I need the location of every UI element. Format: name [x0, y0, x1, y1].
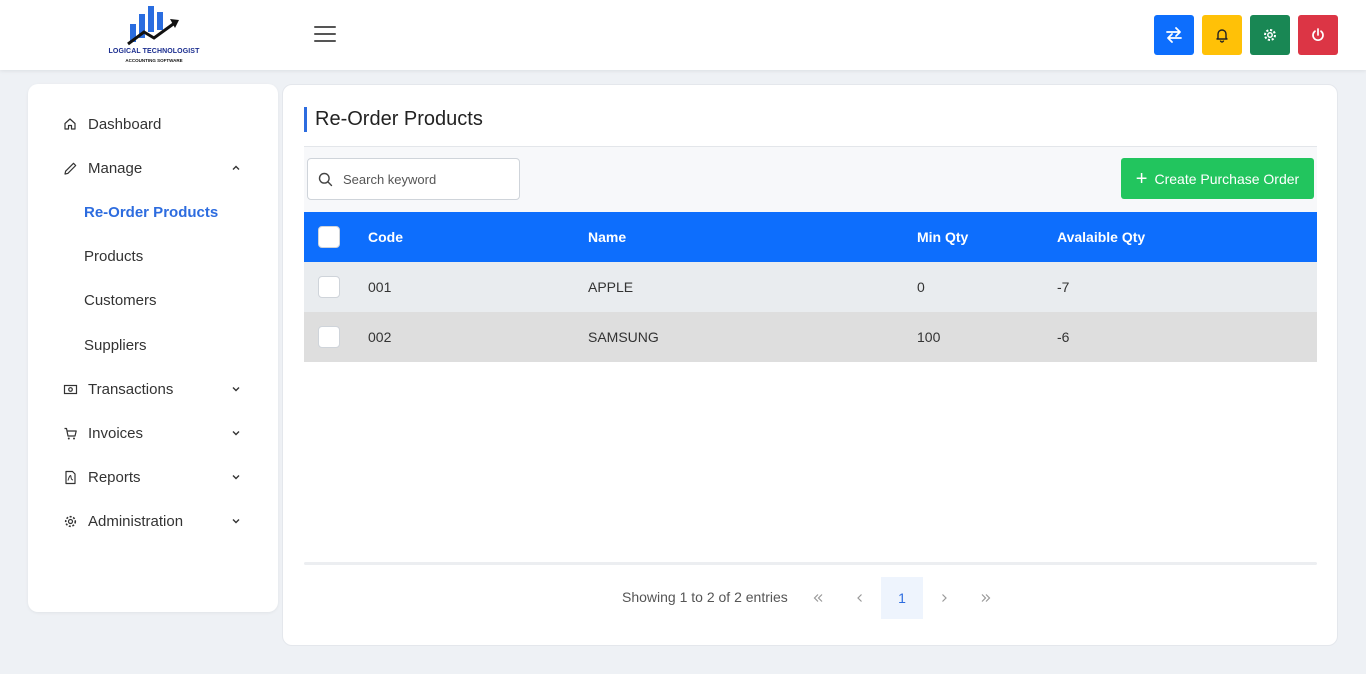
swap-button[interactable]: [1154, 15, 1194, 55]
first-page-button[interactable]: [797, 577, 839, 619]
page-button-current[interactable]: 1: [881, 577, 923, 619]
cell-name: APPLE: [588, 279, 634, 295]
app-logo[interactable]: LOGICAL TECHNOLOGIST ACCOUNTING SOFTWARE: [104, 4, 204, 66]
sidebar-item-transactions[interactable]: Transactions: [62, 378, 244, 400]
sidebar-item-administration[interactable]: Administration: [62, 510, 244, 532]
plus-icon: +: [1135, 167, 1148, 190]
sidebar-item-label: Reports: [88, 468, 141, 486]
cart-icon: [62, 425, 78, 441]
select-all-checkbox[interactable]: [318, 226, 340, 248]
gear-icon: [1264, 29, 1276, 41]
sidebar-item-customers[interactable]: Customers: [84, 289, 157, 311]
chevron-down-icon: [228, 425, 244, 441]
sidebar: Dashboard Manage Re-Order Products Produ…: [28, 84, 278, 612]
bell-icon: [1216, 29, 1228, 43]
row-checkbox[interactable]: [318, 326, 340, 348]
sidebar-item-label: Dashboard: [88, 115, 162, 133]
pencil-icon: [62, 160, 78, 176]
double-chevron-left-icon: [813, 594, 823, 602]
sidebar-item-label: Invoices: [88, 424, 144, 442]
chevron-down-icon: [228, 513, 244, 529]
chevron-down-icon: [228, 469, 244, 485]
search-icon: [318, 172, 333, 186]
column-header-code[interactable]: Code: [368, 212, 403, 262]
power-icon: [1312, 28, 1324, 42]
last-page-button[interactable]: [965, 577, 1007, 619]
cell-min-qty: 100: [917, 329, 941, 345]
column-header-available-qty[interactable]: Avalaible Qty: [1057, 212, 1145, 262]
top-header: LOGICAL TECHNOLOGIST ACCOUNTING SOFTWARE: [0, 0, 1366, 70]
home-icon: [62, 116, 78, 132]
table-toolbar: + Create Purchase Order: [304, 146, 1317, 212]
cell-available-qty: -6: [1057, 329, 1070, 345]
create-purchase-order-button[interactable]: + Create Purchase Order: [1121, 158, 1314, 199]
double-chevron-right-icon: [981, 594, 991, 602]
table-footer-divider: [304, 562, 1317, 565]
search-input[interactable]: [343, 171, 503, 187]
sidebar-item-reorder-products[interactable]: Re-Order Products: [84, 201, 218, 223]
chevron-right-icon: [942, 594, 947, 602]
notifications-button[interactable]: [1202, 15, 1242, 55]
sidebar-item-label: Administration: [88, 512, 184, 530]
cell-min-qty: 0: [917, 279, 925, 295]
previous-page-button[interactable]: [839, 577, 881, 619]
sidebar-item-invoices[interactable]: Invoices: [62, 422, 244, 444]
chevron-down-icon: [228, 381, 244, 397]
next-page-button[interactable]: [923, 577, 965, 619]
brand-tagline: ACCOUNTING SOFTWARE: [125, 58, 183, 63]
main-content: Re-Order Products + Create Purchase Orde…: [282, 84, 1338, 646]
sidebar-item-suppliers[interactable]: Suppliers: [84, 334, 147, 356]
cell-available-qty: -7: [1057, 279, 1070, 295]
logout-button[interactable]: [1298, 15, 1338, 55]
sidebar-item-manage[interactable]: Manage: [62, 157, 244, 179]
pagination-summary: Showing 1 to 2 of 2 entries: [622, 589, 788, 605]
pdf-file-icon: [62, 469, 78, 485]
table-row[interactable]: 002 SAMSUNG 100 -6: [304, 312, 1317, 362]
cash-icon: [62, 381, 78, 397]
search-box[interactable]: [307, 158, 520, 200]
row-checkbox[interactable]: [318, 276, 340, 298]
chevron-left-icon: [857, 594, 862, 602]
create-purchase-order-label: Create Purchase Order: [1154, 170, 1300, 187]
sidebar-item-products[interactable]: Products: [84, 245, 143, 267]
table-header: Code Name Min Qty Avalaible Qty: [304, 212, 1317, 262]
logo-chart-icon: [127, 6, 179, 46]
sidebar-item-reports[interactable]: Reports: [62, 466, 244, 488]
column-header-min-qty[interactable]: Min Qty: [917, 212, 968, 262]
sidebar-item-label: Manage: [88, 159, 143, 177]
table-row[interactable]: 001 APPLE 0 -7: [304, 262, 1317, 312]
menu-toggle-icon[interactable]: [314, 26, 338, 46]
column-header-name[interactable]: Name: [588, 212, 626, 262]
cell-code: 001: [368, 279, 392, 295]
brand-name: LOGICAL TECHNOLOGIST: [108, 48, 200, 55]
gear-icon: [62, 513, 78, 529]
sidebar-item-label: Transactions: [88, 380, 174, 398]
swap-arrows-icon: [1166, 27, 1182, 43]
cell-name: SAMSUNG: [588, 329, 659, 345]
settings-button[interactable]: [1250, 15, 1290, 55]
reorder-table: Code Name Min Qty Avalaible Qty 001 APPL…: [304, 212, 1317, 362]
cell-code: 002: [368, 329, 392, 345]
chevron-up-icon: [228, 160, 244, 176]
page-title: Re-Order Products: [304, 107, 483, 132]
sidebar-item-dashboard[interactable]: Dashboard: [62, 113, 244, 135]
